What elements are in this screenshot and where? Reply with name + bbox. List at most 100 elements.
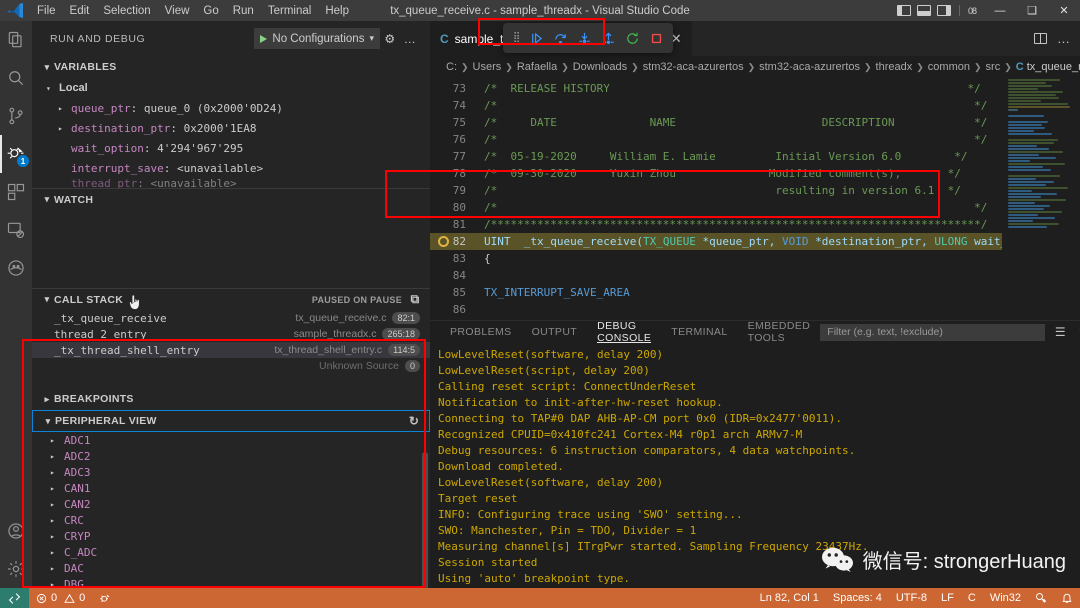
breadcrumb-item[interactable]: Rafaella <box>517 61 557 73</box>
remote-indicator[interactable] <box>0 588 29 608</box>
restart-button[interactable] <box>621 27 643 49</box>
breadcrumb-item[interactable]: Users <box>473 61 502 73</box>
breadcrumb-item[interactable]: stm32-aca-azurertos <box>643 61 744 73</box>
gear-icon[interactable] <box>0 550 32 588</box>
open-launch-json-gear-icon[interactable]: ⚙ <box>380 28 400 49</box>
maximize-button[interactable]: ❑ <box>1016 0 1048 21</box>
tab-debug-console[interactable]: DEBUG CONSOLE <box>587 321 661 343</box>
toggle-panel-icon[interactable] <box>917 5 931 16</box>
breadcrumb-item[interactable]: src <box>986 61 1001 73</box>
explorer-icon[interactable] <box>0 21 32 59</box>
call-stack-frame[interactable]: _tx_queue_receive tx_queue_receive.c 82:… <box>32 310 430 326</box>
peripheral-item[interactable]: ▸CAN1 <box>32 480 430 496</box>
split-editor-icon[interactable] <box>1034 33 1047 44</box>
close-button[interactable]: ✕ <box>1048 0 1080 21</box>
chevron-right-icon[interactable]: ▸ <box>50 500 64 509</box>
menu-file[interactable]: File <box>30 3 63 19</box>
toggle-primary-sidebar-icon[interactable] <box>897 5 911 16</box>
call-stack-frame[interactable]: _tx_thread_shell_entry tx_thread_shell_e… <box>32 342 430 358</box>
menu-view[interactable]: View <box>158 3 197 19</box>
breadcrumb-item[interactable]: stm32-aca-azurertos <box>759 61 860 73</box>
chevron-right-icon[interactable]: ▸ <box>58 124 71 133</box>
variable-row[interactable]: wait_option: 4'294'967'295 <box>32 138 430 158</box>
peripheral-item[interactable]: ▸ADC2 <box>32 448 430 464</box>
tab-embedded-tools[interactable]: EMBEDDED TOOLS <box>738 321 821 343</box>
filter-options-icon[interactable]: ☰ <box>1053 325 1067 339</box>
editor-position[interactable]: Ln 82, Col 1 <box>753 588 826 608</box>
peripheral-item[interactable]: ▸DBG <box>32 576 430 588</box>
platform-target[interactable]: Win32 <box>983 588 1028 608</box>
call-stack-frame[interactable]: Unknown Source 0 <box>32 358 430 374</box>
source-control-icon[interactable] <box>0 97 32 135</box>
step-into-button[interactable] <box>573 27 595 49</box>
chevron-right-icon[interactable]: ▸ <box>50 468 64 477</box>
tab-problems[interactable]: PROBLEMS <box>440 321 522 343</box>
peripheral-item[interactable]: ▸CRYP <box>32 528 430 544</box>
section-peripheral-view[interactable]: ▾ PERIPHERAL VIEW ↻ <box>32 410 430 432</box>
debug-console-output[interactable]: LowLevelReset(software, delay 200) LowLe… <box>430 343 1080 588</box>
peripheral-item[interactable]: ▸CRC <box>32 512 430 528</box>
extensions-icon[interactable] <box>0 173 32 211</box>
filter-input[interactable] <box>820 324 1045 341</box>
problems-status[interactable]: 0 0 <box>29 588 92 608</box>
debug-configuration-dropdown[interactable]: No Configurations ▾ <box>254 28 380 49</box>
variables-scope-local[interactable]: ▾ Local <box>32 78 430 98</box>
breadcrumb-item[interactable]: tx_queue_receive.c <box>1027 61 1080 73</box>
sidebar-scrollbar[interactable] <box>422 452 428 588</box>
menu-selection[interactable]: Selection <box>96 3 157 19</box>
continue-button[interactable] <box>525 27 547 49</box>
notifications-bell-icon[interactable] <box>1054 588 1080 608</box>
menu-help[interactable]: Help <box>318 3 356 19</box>
code-editor[interactable]: 73/* RELEASE HISTORY */ 74/* */ 75/* DAT… <box>430 78 1002 320</box>
section-call-stack[interactable]: ▾ CALL STACK PAUSED ON PAUSE ⧉ <box>32 288 430 310</box>
feedback-icon[interactable] <box>1028 588 1054 608</box>
peripheral-item[interactable]: ▸ADC1 <box>32 432 430 448</box>
embedded-tools-icon[interactable] <box>0 249 32 287</box>
peripheral-item[interactable]: ▸DAC <box>32 560 430 576</box>
section-variables[interactable]: ▾ VARIABLES <box>32 56 430 78</box>
menu-edit[interactable]: Edit <box>63 3 97 19</box>
chevron-down-icon[interactable]: ▾ <box>369 33 374 44</box>
drag-handle-icon[interactable]: ⣿ <box>509 34 523 42</box>
toggle-secondary-sidebar-icon[interactable] <box>937 5 951 16</box>
variable-row[interactable]: ▸ destination_ptr: 0x2000'1EA8 <box>32 118 430 138</box>
chevron-right-icon[interactable]: ▸ <box>50 532 64 541</box>
menu-go[interactable]: Go <box>196 3 225 19</box>
editor-more-actions-icon[interactable]: … <box>1057 31 1070 46</box>
breakpoint-icon[interactable] <box>438 236 449 247</box>
account-icon[interactable] <box>0 512 32 550</box>
minimize-button[interactable]: — <box>984 0 1016 21</box>
start-debugging-icon[interactable] <box>260 35 267 43</box>
remote-explorer-icon[interactable] <box>0 211 32 249</box>
section-breakpoints[interactable]: ▸ BREAKPOINTS <box>32 388 430 410</box>
peripheral-item[interactable]: ▸C_ADC <box>32 544 430 560</box>
chevron-right-icon[interactable]: ▸ <box>50 436 64 445</box>
collapse-panel-icon[interactable]: ⌃ <box>1075 325 1080 339</box>
variable-row[interactable]: interrupt_save: <unavailable> <box>32 158 430 178</box>
variable-row[interactable]: thread_ptr: <unavailable> <box>32 178 430 188</box>
chevron-right-icon[interactable]: ▸ <box>58 104 71 113</box>
breadcrumb[interactable]: C:❯ Users❯ Rafaella❯ Downloads❯ stm32-ac… <box>430 56 1080 78</box>
section-watch[interactable]: ▾ WATCH <box>32 188 430 210</box>
breadcrumb-item[interactable]: Downloads <box>573 61 627 73</box>
breadcrumb-item[interactable]: common <box>928 61 970 73</box>
language-mode[interactable]: C <box>961 588 983 608</box>
end-of-line[interactable]: LF <box>934 588 961 608</box>
peripheral-item[interactable]: ▸ADC3 <box>32 464 430 480</box>
chevron-right-icon[interactable]: ▸ <box>50 516 64 525</box>
tab-output[interactable]: OUTPUT <box>522 321 588 343</box>
refresh-icon[interactable]: ↻ <box>407 414 421 428</box>
copy-call-stack-icon[interactable]: ⧉ <box>408 292 422 307</box>
search-icon[interactable] <box>0 59 32 97</box>
menu-bar[interactable]: File Edit Selection View Go Run Terminal… <box>30 3 356 19</box>
chevron-right-icon[interactable]: ▸ <box>50 580 64 589</box>
tab-terminal[interactable]: TERMINAL <box>661 321 737 343</box>
menu-run[interactable]: Run <box>226 3 261 19</box>
call-stack-frame[interactable]: thread_2_entry sample_threadx.c 265:18 <box>32 326 430 342</box>
chevron-right-icon[interactable]: ▸ <box>50 564 64 573</box>
stop-button[interactable] <box>645 27 667 49</box>
chevron-right-icon[interactable]: ▸ <box>50 548 64 557</box>
minimap[interactable] <box>1002 78 1080 320</box>
variable-row[interactable]: ▸ queue_ptr: queue_0 (0x2000'0D24) <box>32 98 430 118</box>
menu-terminal[interactable]: Terminal <box>261 3 318 19</box>
